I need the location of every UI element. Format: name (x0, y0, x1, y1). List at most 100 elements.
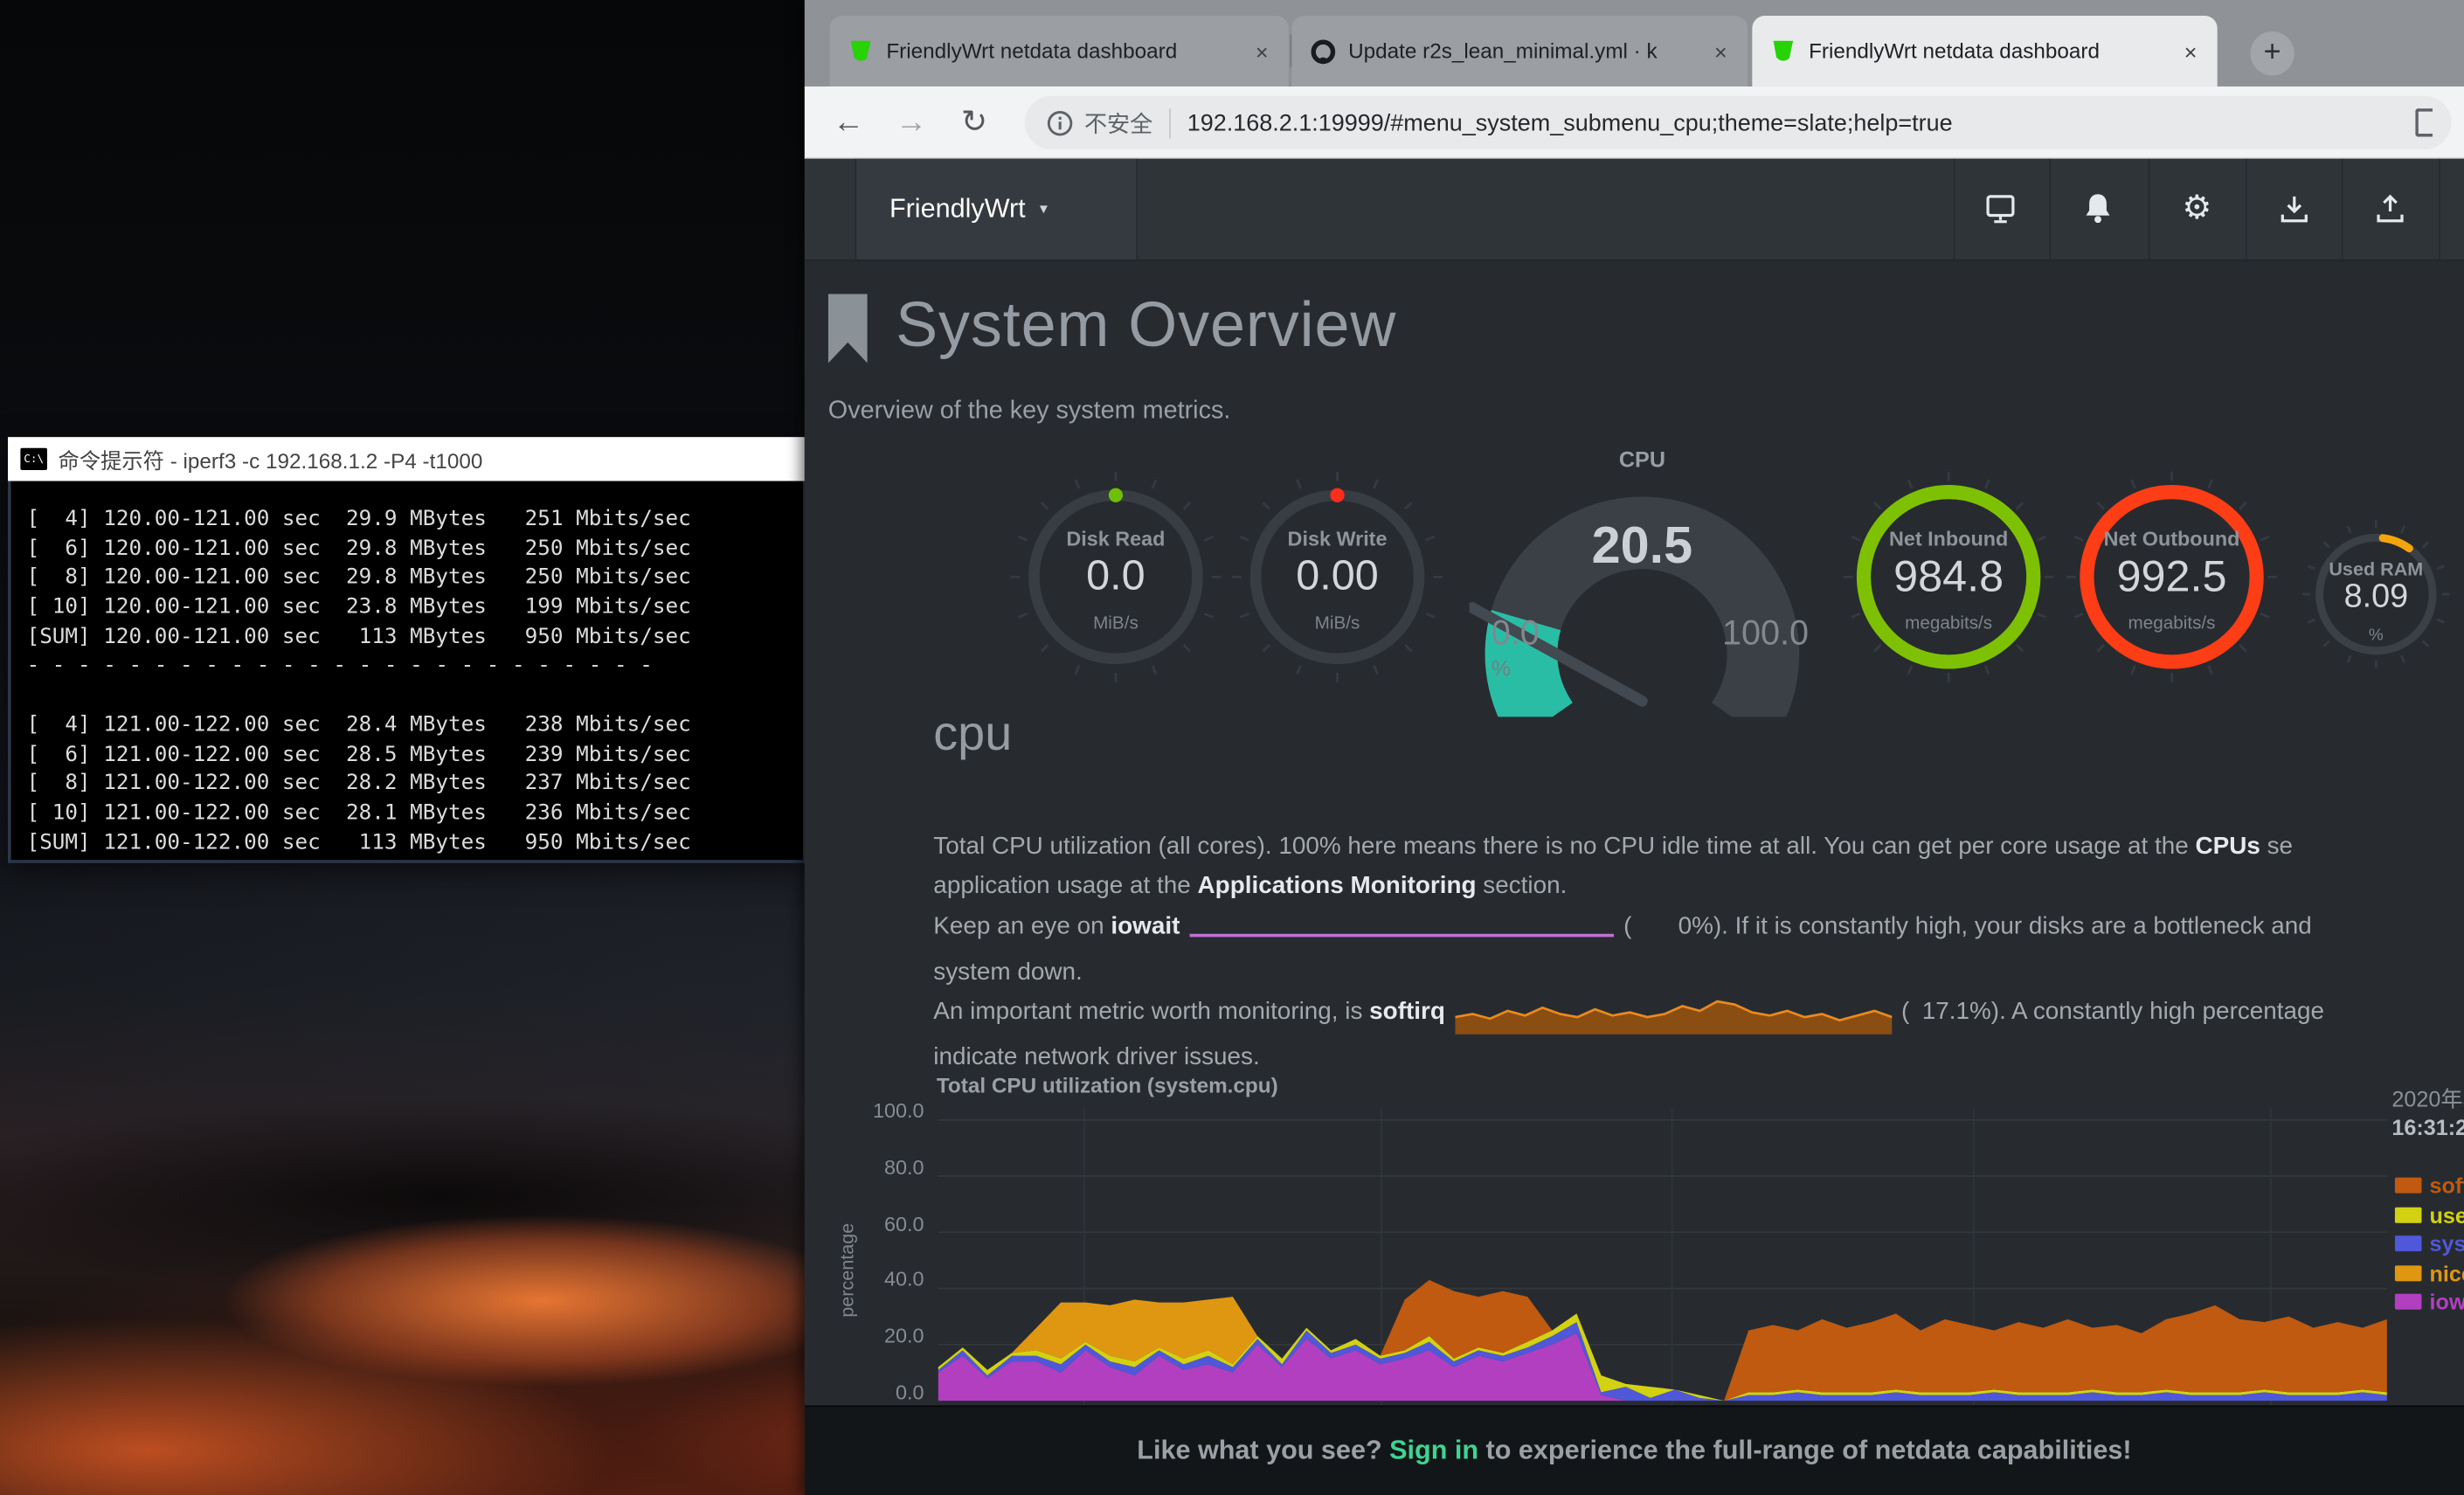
display-icon[interactable] (1982, 190, 2019, 228)
navbar-separator (2246, 159, 2247, 260)
legend-item-user[interactable]: use (2395, 1201, 2464, 1229)
navbar-separator (2439, 159, 2440, 260)
legend-item-iowait[interactable]: iow (2395, 1288, 2464, 1317)
tab-strip: FriendlyWrt netdata dashboard × Update r… (805, 0, 2464, 87)
tab-friendlywrt-dashboard-1[interactable]: FriendlyWrt netdata dashboard × (830, 16, 1289, 87)
terminal-line: [ 8] 121.00-122.00 sec 28.2 MBytes 237 M… (27, 769, 803, 799)
gauge-net-inbound[interactable]: Net Inbound 984.8 megabits/s (1838, 467, 2059, 687)
terminal-line: [ 4] 121.00-122.00 sec 28.4 MBytes 238 M… (27, 710, 803, 740)
gauge-disk-write[interactable]: Disk Write 0.00 MiB/s (1228, 467, 1448, 687)
host-dropdown[interactable]: FriendlyWrt ▾ (855, 159, 1138, 260)
gauge-label: Disk Read (1006, 527, 1226, 550)
help-line: indicate network driver issues. (933, 1038, 2324, 1078)
iowait-sparkline[interactable] (1189, 913, 1614, 953)
back-button[interactable]: ← (825, 100, 872, 148)
chart-title: Total CPU utilization (system.cpu) (937, 1074, 1278, 1097)
terminal-window[interactable]: C:\ 命令提示符 - iperf3 -c 192.168.1.2 -P4 -t… (8, 437, 806, 863)
forward-button[interactable]: → (888, 100, 935, 148)
legend-swatch (2395, 1265, 2422, 1281)
cmd-icon: C:\ (20, 448, 47, 470)
bookmark-icon (828, 294, 868, 363)
softirq-sparkline[interactable] (1455, 997, 1892, 1038)
bell-icon[interactable] (2079, 190, 2116, 228)
download-icon[interactable] (2275, 190, 2313, 228)
close-icon[interactable]: × (1248, 38, 1276, 64)
gauge-unit: % (1492, 655, 1511, 681)
info-icon[interactable] (1047, 109, 1074, 136)
security-label[interactable]: 不安全 (1084, 106, 1152, 139)
legend-swatch (2395, 1294, 2422, 1310)
gauge-value: 0.00 (1228, 552, 1448, 601)
link-applications-monitoring[interactable]: Applications Monitoring (1198, 873, 1477, 900)
close-icon[interactable]: × (2177, 38, 2204, 64)
signin-text: to experience the full-range of netdata … (1478, 1436, 2132, 1465)
gauge-label: Disk Write (1228, 527, 1448, 550)
bookmark-star-icon[interactable] (2415, 108, 2433, 136)
netdata-favicon (1771, 38, 1796, 64)
terminal-line: [SUM] 120.00-121.00 sec 113 MBytes 950 M… (27, 622, 803, 652)
new-tab-button[interactable]: + (2250, 31, 2294, 75)
gauge-unit: MiB/s (1228, 614, 1448, 633)
legend-label: nice (2429, 1261, 2464, 1286)
terminal-line: - - - - - - - - - - - - - - - - - - - - … (27, 652, 803, 682)
section-title-cpu: cpu (933, 706, 1012, 763)
gauge-unit: % (2297, 626, 2454, 645)
terminal-output[interactable]: [ 4] 120.00-121.00 sec 29.9 MBytes 251 M… (8, 481, 806, 863)
gauge-label: Net Inbound (1838, 527, 2059, 550)
terminal-line (27, 681, 803, 710)
chart-legend: softusesys nice iow (2395, 1171, 2464, 1316)
link-cpus[interactable]: CPUs (2195, 834, 2260, 861)
gauge-value: 0.0 (1006, 552, 1226, 601)
help-line: application usage at the Applications Mo… (933, 867, 2324, 907)
gear-icon[interactable]: ⚙ (2178, 190, 2216, 228)
legend-item-nice[interactable]: nice (2395, 1258, 2464, 1287)
page-subtitle: Overview of the key system metrics. (828, 398, 1231, 426)
y-tick: 100.0 (833, 1099, 924, 1123)
terminal-line: [ 6] 120.00-121.00 sec 29.8 MBytes 250 M… (27, 534, 803, 564)
gauge-label: Net Outbound (2062, 527, 2282, 550)
tab-github-update[interactable]: Update r2s_lean_minimal.yml · k × (1291, 16, 1748, 87)
gauge-min: 0.0 (1492, 613, 1540, 654)
sign-in-link[interactable]: Sign in (1389, 1436, 1478, 1465)
help-line: Total CPU utilization (all cores). 100% … (933, 827, 2324, 867)
cpu-utilization-chart[interactable] (938, 1108, 2387, 1407)
tab-friendlywrt-dashboard-2-active[interactable]: FriendlyWrt netdata dashboard × (1752, 16, 2217, 87)
tab-title: Update r2s_lean_minimal.yml · k (1348, 39, 1700, 63)
gauge-max: 100.0 (1722, 613, 1809, 654)
gauge-value: 992.5 (2062, 552, 2282, 603)
gauge-cpu[interactable]: CPU 20.5 0.0 100.0 % (1470, 450, 1816, 717)
close-icon[interactable]: × (1706, 38, 1734, 64)
legend-item-softirq[interactable]: soft (2395, 1171, 2464, 1200)
gauge-disk-read[interactable]: Disk Read 0.0 MiB/s (1006, 467, 1226, 687)
tab-title: FriendlyWrt netdata dashboard (1809, 39, 2170, 63)
chart-timestamp: 2020年316:31:2 (2391, 1086, 2464, 1141)
y-tick: 80.0 (833, 1155, 924, 1179)
reload-button[interactable]: ↻ (951, 100, 998, 148)
gauge-net-outbound[interactable]: Net Outbound 992.5 megabits/s (2062, 467, 2282, 687)
gauge-unit: megabits/s (1838, 614, 2059, 633)
page-title: System Overview (896, 291, 1396, 362)
browser-toolbar: ← → ↻ 不安全 192.168.2.1:19999/#menu_system… (805, 87, 2464, 159)
navbar-separator (2342, 159, 2343, 260)
terminal-titlebar[interactable]: C:\ 命令提示符 - iperf3 -c 192.168.1.2 -P4 -t… (8, 437, 806, 481)
legend-label: sys (2429, 1231, 2464, 1256)
legend-swatch (2395, 1207, 2422, 1222)
y-axis-label: percentage (836, 1192, 858, 1349)
url-bar[interactable]: 不安全 192.168.2.1:19999/#menu_system_subme… (1025, 96, 2452, 149)
upload-icon[interactable] (2371, 190, 2409, 228)
y-tick: 0.0 (833, 1381, 924, 1404)
netdata-favicon (848, 38, 874, 64)
terminal-line: [ 6] 121.00-122.00 sec 28.5 MBytes 239 M… (27, 740, 803, 770)
gauge-used-ram[interactable]: Used RAM 8.09 % (2297, 516, 2454, 673)
legend-label: iow (2429, 1290, 2464, 1315)
omnibox-divider (1168, 107, 1170, 137)
legend-item-system[interactable]: sys (2395, 1229, 2464, 1258)
gauge-value: 20.5 (1470, 516, 1816, 575)
chevron-down-icon: ▾ (1040, 200, 1048, 218)
gauge-unit: megabits/s (2062, 614, 2282, 633)
legend-swatch (2395, 1178, 2422, 1194)
gauge-label: CPU (1470, 446, 1816, 472)
url-text[interactable]: 192.168.2.1:19999/#menu_system_submenu_c… (1187, 109, 2416, 136)
help-line: Keep an eye on iowait (0%). If it is con… (933, 906, 2324, 952)
terminal-line: [ 8] 120.00-121.00 sec 29.8 MBytes 250 M… (27, 564, 803, 593)
